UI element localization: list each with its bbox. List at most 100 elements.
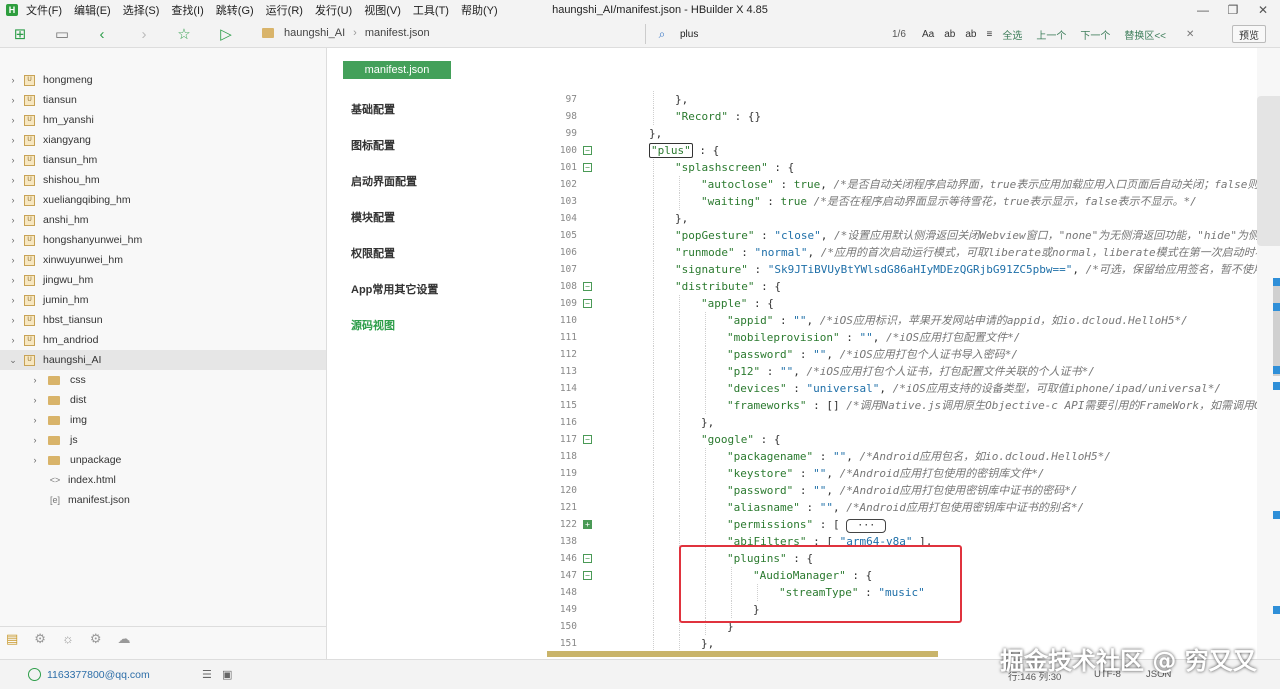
restore-icon[interactable]: ❐ — [1218, 0, 1248, 20]
chevron-right-icon[interactable]: › — [8, 195, 18, 205]
chevron-right-icon[interactable]: › — [8, 315, 18, 325]
previous-match-button[interactable]: 上一个 — [1036, 27, 1066, 42]
code-text[interactable]: "signature" : "Sk9JTiBVUyBtYWlsdG86aHIyM… — [675, 261, 1257, 278]
code-line[interactable]: 100− "plus" : { — [547, 142, 1257, 159]
debug-icon[interactable]: ☼ — [62, 631, 74, 646]
chevron-right-icon[interactable]: › — [8, 255, 18, 265]
horizontal-scrollbar[interactable] — [547, 651, 938, 657]
code-text[interactable]: "waiting" : true /*是否在程序启动界面显示等待雪花，true表… — [701, 193, 1197, 210]
collapse-fold-icon[interactable]: − — [583, 435, 592, 444]
code-text[interactable]: "google" : { — [701, 431, 780, 448]
code-text[interactable]: "mobileprovision" : "", /*iOS应用打包配置文件*/ — [727, 329, 1020, 346]
tree-project[interactable]: › Uxueliangqibing_hm — [0, 190, 326, 210]
star-icon[interactable]: ☆ — [174, 24, 194, 44]
code-text[interactable]: }, — [701, 635, 714, 652]
find-input[interactable]: plus — [672, 29, 892, 40]
nav-module-config[interactable]: 模块配置 — [351, 209, 395, 225]
nav-permission-config[interactable]: 权限配置 — [351, 245, 395, 261]
tree-project[interactable]: › Uxiangyang — [0, 130, 326, 150]
code-text[interactable]: "apple" : { — [701, 295, 774, 312]
tree-folder[interactable]: › dist — [0, 390, 326, 410]
select-all-matches-button[interactable]: 全选 — [1002, 27, 1022, 42]
chevron-right-icon[interactable]: › — [30, 415, 40, 425]
code-text[interactable]: "keystore" : "", /*Android应用打包使用的密钥库文件*/ — [727, 465, 1044, 482]
code-text[interactable]: "aliasname" : "", /*Android应用打包使用密钥库中证书的… — [727, 499, 1084, 516]
chevron-right-icon[interactable]: › — [8, 275, 18, 285]
code-text[interactable]: }, — [675, 210, 688, 227]
code-text[interactable]: "popGesture" : "close", /*设置应用默认侧滑返回关闭We… — [675, 227, 1257, 244]
code-text[interactable]: "autoclose" : true, /*是否自动关闭程序启动界面，true表… — [701, 176, 1257, 193]
collapse-fold-icon[interactable]: − — [583, 554, 592, 563]
tree-project[interactable]: › Uxinwuyunwei_hm — [0, 250, 326, 270]
breadcrumb-file[interactable]: manifest.json — [365, 27, 430, 39]
code-text[interactable]: }, — [649, 125, 662, 142]
save-icon[interactable]: ▭ — [52, 24, 72, 44]
tree-project[interactable]: › Utiansun_hm — [0, 150, 326, 170]
next-match-button[interactable]: 下一个 — [1080, 27, 1110, 42]
match-case-toggle[interactable]: Aa — [922, 29, 934, 40]
cloud-icon[interactable]: ☁ — [118, 631, 131, 647]
plugin-icon[interactable]: ⚙ — [34, 631, 46, 647]
account-email[interactable]: 1163377800@qq.com — [47, 669, 150, 681]
code-text[interactable]: "password" : "", /*iOS应用打包个人证书导入密码*/ — [727, 346, 1018, 363]
nav-icon-config[interactable]: 图标配置 — [351, 137, 395, 153]
toggle-replace-button[interactable]: 替换区<< — [1124, 27, 1166, 42]
collapse-fold-icon[interactable]: − — [583, 282, 592, 291]
manifest-file-tab[interactable]: manifest.json — [343, 61, 451, 79]
menu-goto[interactable]: 跳转(G) — [216, 2, 254, 18]
tree-project[interactable]: › Uhm_yanshi — [0, 110, 326, 130]
code-text[interactable]: "permissions" : [ ··· — [727, 516, 893, 533]
code-text[interactable]: "splashscreen" : { — [675, 159, 794, 176]
menu-publish[interactable]: 发行(U) — [315, 2, 352, 18]
tree-project[interactable]: › Uhbst_tiansun — [0, 310, 326, 330]
breadcrumb-project[interactable]: haungshi_AI — [284, 27, 345, 39]
tree-project[interactable]: › Uhongshanyunwei_hm — [0, 230, 326, 250]
chevron-right-icon[interactable]: › — [30, 435, 40, 445]
chevron-down-icon[interactable]: ⌄ — [8, 355, 18, 366]
tree-folder[interactable]: › css — [0, 370, 326, 390]
chevron-right-icon[interactable]: › — [8, 95, 18, 105]
console-icon[interactable]: ▣ — [222, 668, 232, 681]
tree-folder[interactable]: › img — [0, 410, 326, 430]
code-text[interactable]: "Record" : {} — [675, 108, 761, 125]
code-text[interactable]: "p12" : "", /*iOS应用打包个人证书，打包配置文件关联的个人证书*… — [727, 363, 1095, 380]
chevron-right-icon[interactable]: › — [8, 155, 18, 165]
run-icon[interactable]: ▷ — [216, 24, 236, 44]
code-text[interactable]: "runmode" : "normal", /*应用的首次启动运行模式，可取li… — [675, 244, 1257, 261]
menu-select[interactable]: 选择(S) — [123, 2, 160, 18]
collapse-fold-icon[interactable]: − — [583, 571, 592, 580]
code-text[interactable]: "password" : "", /*Android应用打包使用密钥库中证书的密… — [727, 482, 1077, 499]
tree-project[interactable]: › Uhongmeng — [0, 70, 326, 90]
regex-toggle[interactable]: ab — [965, 29, 976, 40]
nav-app-other-settings[interactable]: App常用其它设置 — [351, 281, 438, 297]
chevron-right-icon[interactable]: › — [8, 175, 18, 185]
collapse-fold-icon[interactable]: − — [583, 163, 592, 172]
chevron-right-icon[interactable]: › — [8, 295, 18, 305]
chevron-right-icon[interactable]: › — [30, 455, 40, 465]
minimize-icon[interactable]: — — [1188, 0, 1218, 20]
tree-project[interactable]: › Ujumin_hm — [0, 290, 326, 310]
close-find-icon[interactable]: ✕ — [1186, 29, 1194, 40]
menu-run[interactable]: 运行(R) — [266, 2, 303, 18]
back-icon[interactable]: ‹ — [92, 24, 112, 44]
chevron-right-icon[interactable]: › — [8, 115, 18, 125]
code-text[interactable]: "devices" : "universal", /*iOS应用支持的设备类型，… — [727, 380, 1221, 397]
code-line[interactable]: 99}, — [547, 125, 1257, 142]
collapse-fold-icon[interactable]: − — [583, 146, 592, 155]
chevron-right-icon[interactable]: › — [8, 335, 18, 345]
find-in-selection-icon[interactable]: ≡ — [986, 29, 992, 40]
chevron-right-icon[interactable]: › — [8, 215, 18, 225]
code-text[interactable]: "distribute" : { — [675, 278, 781, 295]
code-text[interactable]: "packagename" : "", /*Android应用包名，如io.dc… — [727, 448, 1111, 465]
chevron-right-icon[interactable]: › — [8, 235, 18, 245]
close-icon[interactable]: ✕ — [1248, 0, 1278, 20]
tree-project[interactable]: › Uhm_andriod — [0, 330, 326, 350]
log-icon[interactable]: ☰ — [202, 668, 212, 681]
account-area[interactable]: 1163377800@qq.com — [28, 668, 150, 681]
vertical-scrollbar[interactable] — [1273, 286, 1280, 376]
expand-fold-icon[interactable]: + — [583, 520, 592, 529]
menu-help[interactable]: 帮助(Y) — [461, 2, 498, 18]
forward-icon[interactable]: › — [134, 24, 154, 44]
tree-folder[interactable]: › js — [0, 430, 326, 450]
code-text[interactable]: "frameworks" : [] /*调用Native.js调用原生Objec… — [727, 397, 1257, 414]
